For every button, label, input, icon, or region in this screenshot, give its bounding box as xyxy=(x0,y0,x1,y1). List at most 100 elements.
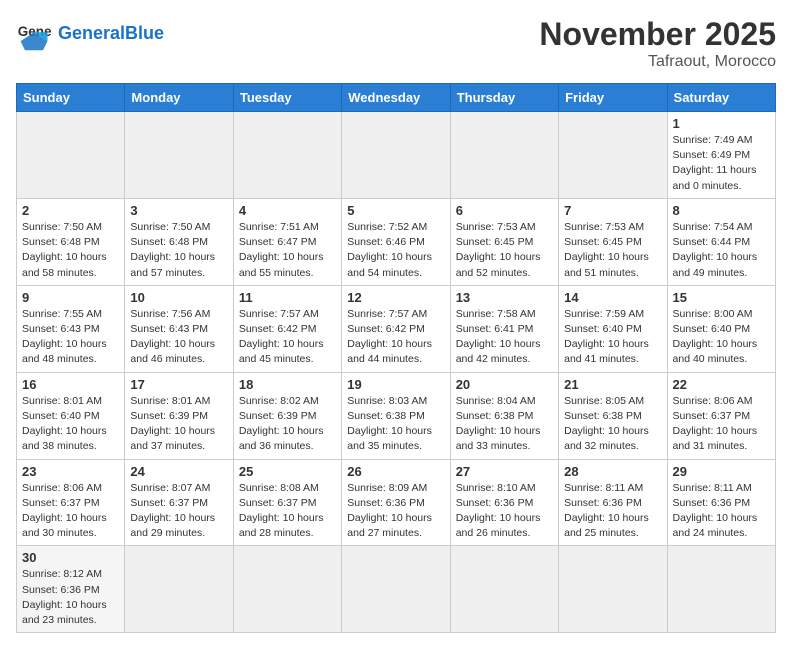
weekday-header-row: SundayMondayTuesdayWednesdayThursdayFrid… xyxy=(17,84,776,112)
day-number: 29 xyxy=(673,464,770,479)
day-number: 11 xyxy=(239,290,336,305)
calendar-table: SundayMondayTuesdayWednesdayThursdayFrid… xyxy=(16,83,776,633)
day-info: Sunrise: 8:01 AM Sunset: 6:39 PM Dayligh… xyxy=(130,394,227,455)
day-info: Sunrise: 8:06 AM Sunset: 6:37 PM Dayligh… xyxy=(673,394,770,455)
calendar-day-cell xyxy=(342,546,450,633)
day-number: 21 xyxy=(564,377,661,392)
calendar-day-cell: 28Sunrise: 8:11 AM Sunset: 6:36 PM Dayli… xyxy=(559,459,667,546)
day-number: 3 xyxy=(130,203,227,218)
calendar-day-cell: 24Sunrise: 8:07 AM Sunset: 6:37 PM Dayli… xyxy=(125,459,233,546)
weekday-header: Tuesday xyxy=(233,84,341,112)
calendar-day-cell xyxy=(17,112,125,199)
day-info: Sunrise: 7:51 AM Sunset: 6:47 PM Dayligh… xyxy=(239,220,336,281)
day-number: 10 xyxy=(130,290,227,305)
day-number: 17 xyxy=(130,377,227,392)
day-number: 9 xyxy=(22,290,119,305)
day-number: 27 xyxy=(456,464,553,479)
calendar-day-cell xyxy=(559,112,667,199)
day-info: Sunrise: 7:59 AM Sunset: 6:40 PM Dayligh… xyxy=(564,307,661,368)
calendar-week-row: 16 Sunrise: 8:01 AM Sunset: 6:40 PM Dayli… xyxy=(17,372,776,459)
weekday-header: Wednesday xyxy=(342,84,450,112)
calendar-day-cell: 2Sunrise: 7:50 AM Sunset: 6:48 PM Daylig… xyxy=(17,198,125,285)
calendar-week-row: 23 Sunrise: 8:06 AM Sunset: 6:37 PM Dayli… xyxy=(17,459,776,546)
day-number: 23 xyxy=(22,464,119,479)
weekday-header: Monday xyxy=(125,84,233,112)
day-number: 25 xyxy=(239,464,336,479)
day-number: 15 xyxy=(673,290,770,305)
day-number: 5 xyxy=(347,203,444,218)
day-number: 26 xyxy=(347,464,444,479)
logo-icon: General xyxy=(16,16,52,52)
day-info: Sunrise: 8:10 AM Sunset: 6:36 PM Dayligh… xyxy=(456,481,553,542)
day-info: Sunrise: 7:49 AM Sunset: 6:49 PM Dayligh… xyxy=(673,133,770,194)
calendar-day-cell xyxy=(667,546,775,633)
calendar-day-cell: 21 Sunrise: 8:05 AM Sunset: 6:38 PM Dayli… xyxy=(559,372,667,459)
weekday-header: Sunday xyxy=(17,84,125,112)
calendar-day-cell: 26 Sunrise: 8:09 AM Sunset: 6:36 PM Dayli… xyxy=(342,459,450,546)
day-number: 19 xyxy=(347,377,444,392)
day-number: 12 xyxy=(347,290,444,305)
day-info: Sunrise: 8:05 AM Sunset: 6:38 PM Dayligh… xyxy=(564,394,661,455)
calendar-day-cell: 29 Sunrise: 8:11 AM Sunset: 6:36 PM Dayli… xyxy=(667,459,775,546)
calendar-day-cell xyxy=(233,112,341,199)
calendar-day-cell: 3 Sunrise: 7:50 AM Sunset: 6:48 PM Daylig… xyxy=(125,198,233,285)
day-info: Sunrise: 8:09 AM Sunset: 6:36 PM Dayligh… xyxy=(347,481,444,542)
month-title: November 2025 xyxy=(539,16,776,53)
calendar-day-cell: 17 Sunrise: 8:01 AM Sunset: 6:39 PM Dayli… xyxy=(125,372,233,459)
day-number: 22 xyxy=(673,377,770,392)
weekday-header: Thursday xyxy=(450,84,558,112)
day-info: Sunrise: 7:55 AM Sunset: 6:43 PM Dayligh… xyxy=(22,307,119,368)
calendar-day-cell xyxy=(233,546,341,633)
day-info: Sunrise: 7:52 AM Sunset: 6:46 PM Dayligh… xyxy=(347,220,444,281)
day-info: Sunrise: 8:08 AM Sunset: 6:37 PM Dayligh… xyxy=(239,481,336,542)
day-info: Sunrise: 7:57 AM Sunset: 6:42 PM Dayligh… xyxy=(347,307,444,368)
title-block: November 2025 Tafraout, Morocco xyxy=(539,16,776,71)
page-header: General GeneralBlue November 2025 Tafrao… xyxy=(16,16,776,71)
day-number: 20 xyxy=(456,377,553,392)
day-info: Sunrise: 8:07 AM Sunset: 6:37 PM Dayligh… xyxy=(130,481,227,542)
day-number: 16 xyxy=(22,377,119,392)
calendar-day-cell: 7Sunrise: 7:53 AM Sunset: 6:45 PM Daylig… xyxy=(559,198,667,285)
day-info: Sunrise: 8:02 AM Sunset: 6:39 PM Dayligh… xyxy=(239,394,336,455)
day-info: Sunrise: 8:00 AM Sunset: 6:40 PM Dayligh… xyxy=(673,307,770,368)
day-info: Sunrise: 8:06 AM Sunset: 6:37 PM Dayligh… xyxy=(22,481,119,542)
calendar-day-cell: 5 Sunrise: 7:52 AM Sunset: 6:46 PM Daylig… xyxy=(342,198,450,285)
calendar-day-cell: 25 Sunrise: 8:08 AM Sunset: 6:37 PM Dayli… xyxy=(233,459,341,546)
calendar-day-cell: 15 Sunrise: 8:00 AM Sunset: 6:40 PM Dayli… xyxy=(667,285,775,372)
day-info: Sunrise: 7:58 AM Sunset: 6:41 PM Dayligh… xyxy=(456,307,553,368)
calendar-day-cell: 18 Sunrise: 8:02 AM Sunset: 6:39 PM Dayli… xyxy=(233,372,341,459)
weekday-header: Friday xyxy=(559,84,667,112)
day-info: Sunrise: 8:11 AM Sunset: 6:36 PM Dayligh… xyxy=(564,481,661,542)
day-number: 2 xyxy=(22,203,119,218)
calendar-day-cell: 11 Sunrise: 7:57 AM Sunset: 6:42 PM Dayli… xyxy=(233,285,341,372)
day-info: Sunrise: 8:11 AM Sunset: 6:36 PM Dayligh… xyxy=(673,481,770,542)
calendar-week-row: 30Sunrise: 8:12 AM Sunset: 6:36 PM Dayli… xyxy=(17,546,776,633)
calendar-day-cell: 14Sunrise: 7:59 AM Sunset: 6:40 PM Dayli… xyxy=(559,285,667,372)
calendar-day-cell: 1 Sunrise: 7:49 AM Sunset: 6:49 PM Daylig… xyxy=(667,112,775,199)
calendar-day-cell: 27 Sunrise: 8:10 AM Sunset: 6:36 PM Dayli… xyxy=(450,459,558,546)
calendar-day-cell: 19Sunrise: 8:03 AM Sunset: 6:38 PM Dayli… xyxy=(342,372,450,459)
calendar-day-cell: 13Sunrise: 7:58 AM Sunset: 6:41 PM Dayli… xyxy=(450,285,558,372)
day-number: 1 xyxy=(673,116,770,131)
calendar-day-cell: 9 Sunrise: 7:55 AM Sunset: 6:43 PM Daylig… xyxy=(17,285,125,372)
calendar-day-cell: 16 Sunrise: 8:01 AM Sunset: 6:40 PM Dayli… xyxy=(17,372,125,459)
day-info: Sunrise: 7:56 AM Sunset: 6:43 PM Dayligh… xyxy=(130,307,227,368)
day-info: Sunrise: 7:57 AM Sunset: 6:42 PM Dayligh… xyxy=(239,307,336,368)
calendar-week-row: 9 Sunrise: 7:55 AM Sunset: 6:43 PM Daylig… xyxy=(17,285,776,372)
day-info: Sunrise: 8:12 AM Sunset: 6:36 PM Dayligh… xyxy=(22,567,119,628)
day-info: Sunrise: 7:50 AM Sunset: 6:48 PM Dayligh… xyxy=(130,220,227,281)
day-info: Sunrise: 8:01 AM Sunset: 6:40 PM Dayligh… xyxy=(22,394,119,455)
calendar-day-cell: 12 Sunrise: 7:57 AM Sunset: 6:42 PM Dayli… xyxy=(342,285,450,372)
calendar-day-cell: 10 Sunrise: 7:56 AM Sunset: 6:43 PM Dayli… xyxy=(125,285,233,372)
day-number: 6 xyxy=(456,203,553,218)
calendar-day-cell xyxy=(450,112,558,199)
day-number: 4 xyxy=(239,203,336,218)
logo-text: GeneralBlue xyxy=(58,24,164,44)
calendar-day-cell: 4 Sunrise: 7:51 AM Sunset: 6:47 PM Daylig… xyxy=(233,198,341,285)
day-number: 18 xyxy=(239,377,336,392)
calendar-day-cell: 20 Sunrise: 8:04 AM Sunset: 6:38 PM Dayli… xyxy=(450,372,558,459)
logo: General GeneralBlue xyxy=(16,16,164,52)
day-info: Sunrise: 8:04 AM Sunset: 6:38 PM Dayligh… xyxy=(456,394,553,455)
day-info: Sunrise: 7:53 AM Sunset: 6:45 PM Dayligh… xyxy=(564,220,661,281)
calendar-day-cell: 8Sunrise: 7:54 AM Sunset: 6:44 PM Daylig… xyxy=(667,198,775,285)
